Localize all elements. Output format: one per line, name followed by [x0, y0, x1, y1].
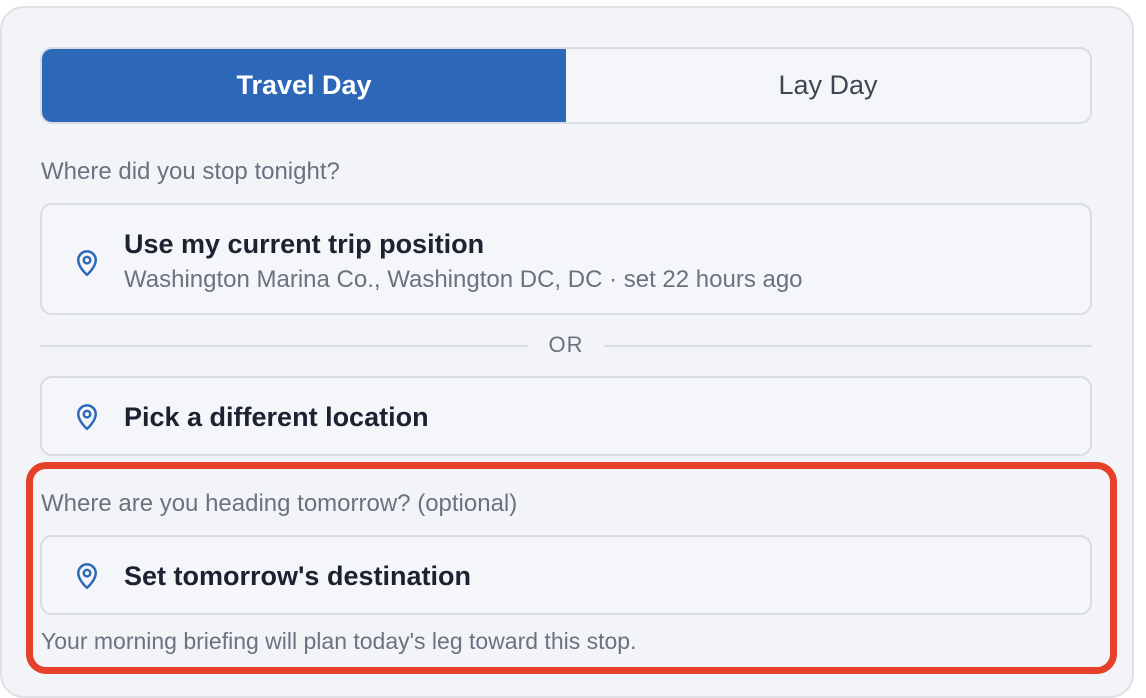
or-divider: OR: [40, 332, 1092, 360]
or-label: OR: [548, 332, 584, 357]
stop-question-label: Where did you stop tonight?: [41, 158, 340, 185]
map-pin-icon: [77, 404, 97, 431]
day-type-toggle: Travel Day Lay Day: [40, 47, 1092, 124]
use-current-position-option[interactable]: Use my current trip position Washington …: [40, 203, 1092, 315]
map-pin-icon: [77, 250, 97, 277]
travel-day-button[interactable]: Travel Day: [42, 49, 566, 122]
current-position-title: Use my current trip position: [124, 229, 485, 259]
pick-location-title: Pick a different location: [124, 402, 429, 432]
current-position-subtitle: Washington Marina Co., Washington DC, DC…: [124, 266, 803, 293]
destination-highlight-box: [26, 462, 1117, 674]
lay-day-button[interactable]: Lay Day: [566, 49, 1090, 122]
pick-different-location-option[interactable]: Pick a different location: [40, 376, 1092, 456]
